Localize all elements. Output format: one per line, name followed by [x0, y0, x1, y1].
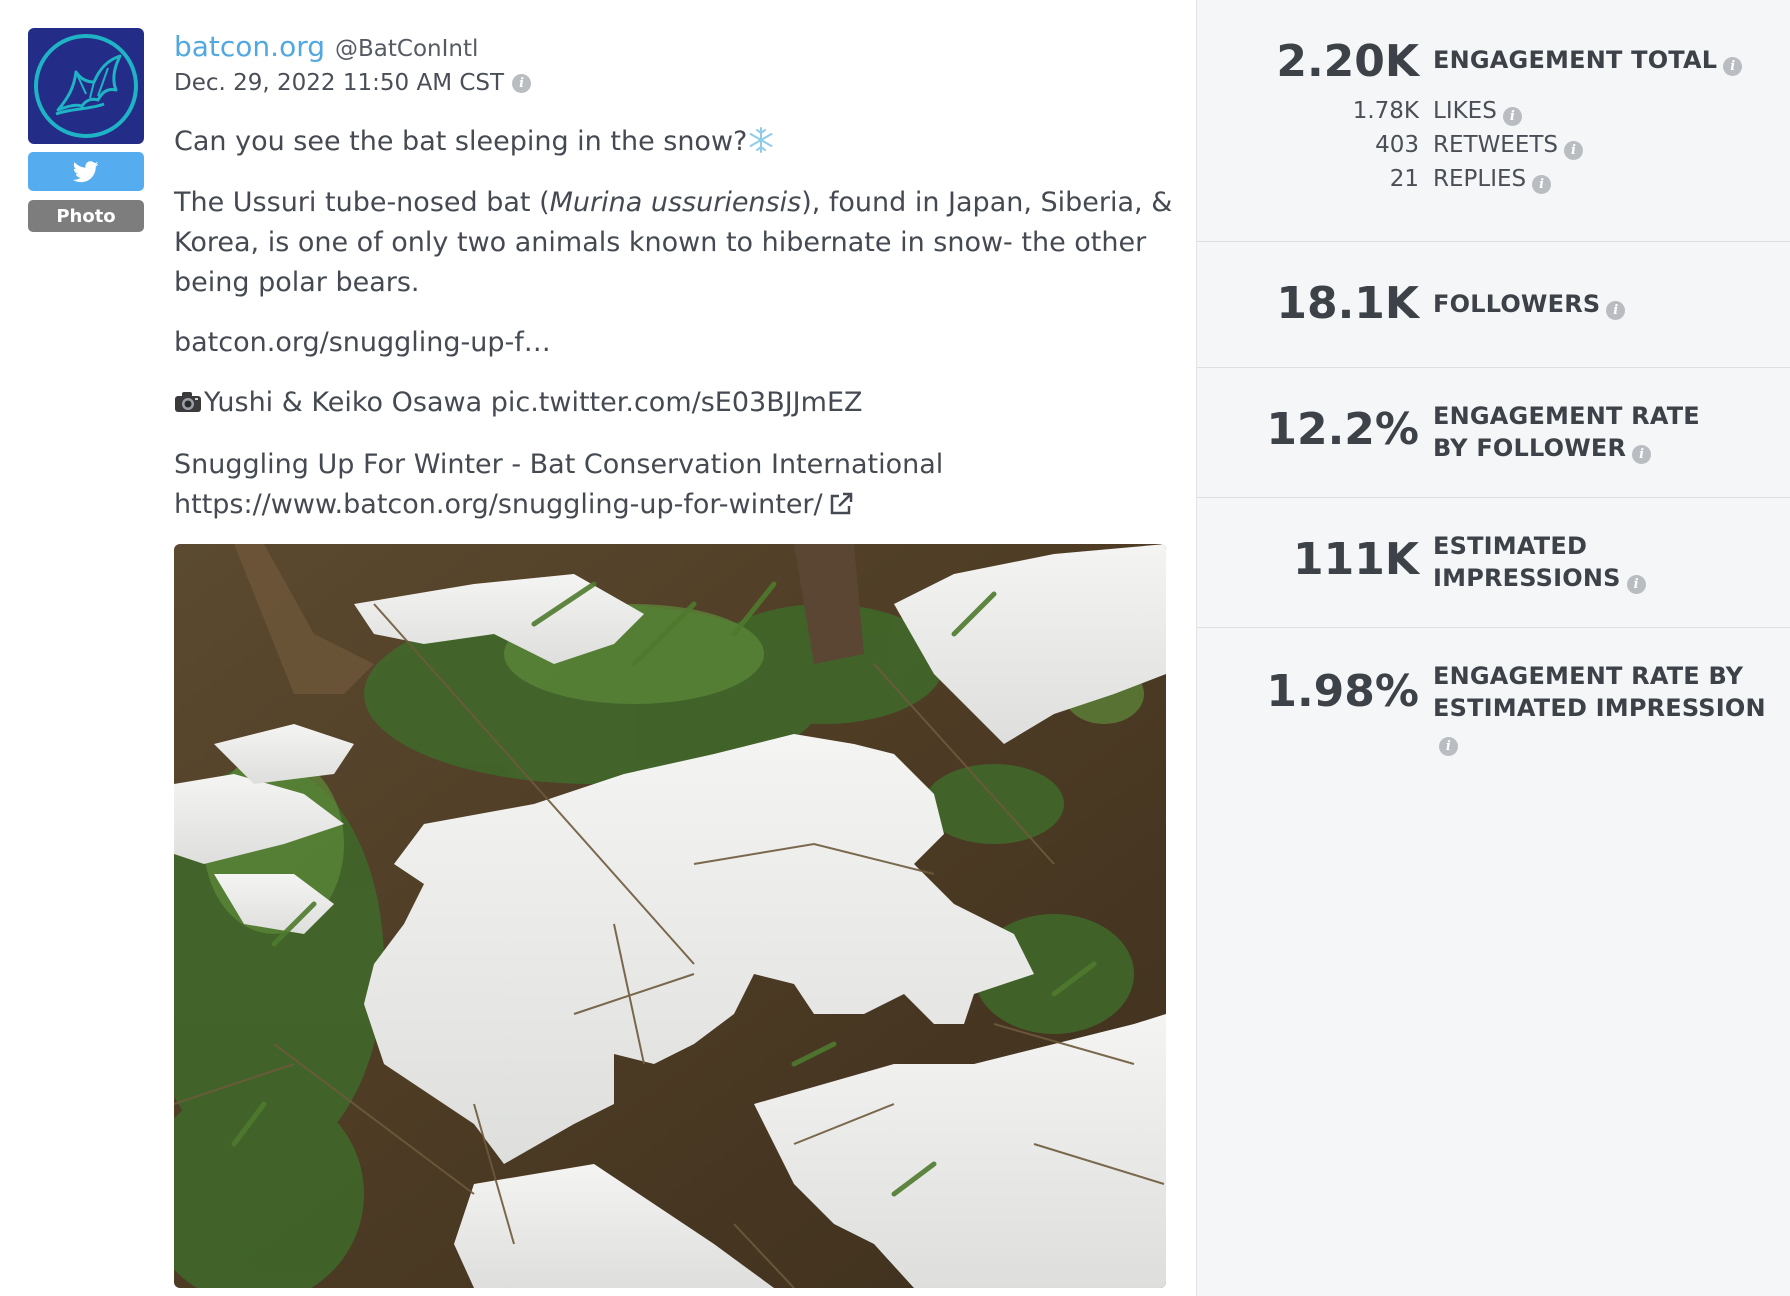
followers-label: FOLLOWERS i: [1433, 288, 1626, 320]
followers-value: 18.1K: [1276, 278, 1419, 329]
twitter-network-badge[interactable]: [28, 152, 144, 191]
snowflake-icon: [749, 127, 773, 153]
replies-value: 21: [1389, 166, 1419, 192]
info-icon[interactable]: i: [1723, 57, 1743, 76]
post-text-paragraph: The Ussuri tube-nosed bat (Murina ussuri…: [174, 183, 1174, 303]
info-icon[interactable]: i: [1626, 575, 1646, 594]
engagement-rate-impression-label: ENGAGEMENT RATE BY ESTIMATED IMPRESSION i: [1433, 660, 1773, 756]
engagement-rate-follower-label: ENGAGEMENT RATE BY FOLLOWER i: [1433, 400, 1733, 464]
engagement-rate-impression-label-text: ENGAGEMENT RATE BY ESTIMATED IMPRESSION: [1433, 662, 1766, 722]
account-avatar[interactable]: [28, 28, 144, 144]
engagement-rate-impression-value: 1.98%: [1266, 666, 1419, 717]
bat-logo-icon: [34, 34, 138, 138]
link-preview-url[interactable]: https://www.batcon.org/snuggling-up-for-…: [174, 489, 823, 520]
post-date: Dec. 29, 2022 11:50 AM CST i: [174, 70, 532, 96]
species-name: Murina ussuriensis: [549, 187, 802, 218]
post-date-text: Dec. 29, 2022 11:50 AM CST: [174, 70, 505, 96]
retweets-label-text: RETWEETS: [1433, 132, 1559, 158]
likes-label: LIKES i: [1433, 98, 1522, 126]
info-icon[interactable]: i: [1502, 107, 1522, 126]
author-name-link[interactable]: batcon.org: [174, 30, 325, 63]
info-icon[interactable]: i: [1564, 141, 1584, 160]
followers-label-text: FOLLOWERS: [1433, 290, 1601, 318]
info-icon[interactable]: i: [1532, 175, 1552, 194]
post-text-line1: Can you see the bat sleeping in the snow…: [174, 122, 1174, 162]
engagement-rate-follower-section: 12.2% ENGAGEMENT RATE BY FOLLOWER i: [1197, 368, 1790, 498]
link-preview-title: Snuggling Up For Winter - Bat Conservati…: [174, 449, 944, 480]
post-text-p2-before: The Ussuri tube-nosed bat (: [174, 187, 550, 218]
retweets-value: 403: [1375, 132, 1419, 158]
replies-label: REPLIES i: [1433, 166, 1552, 194]
camera-icon: [175, 392, 201, 412]
info-icon[interactable]: i: [512, 73, 532, 93]
link-preview-url-row[interactable]: https://www.batcon.org/snuggling-up-for-…: [174, 485, 1174, 525]
engagement-total-label-text: ENGAGEMENT TOTAL: [1433, 46, 1718, 74]
estimated-impressions-label: ESTIMATED IMPRESSIONS i: [1433, 530, 1653, 594]
engagement-rate-impression-section: 1.98% ENGAGEMENT RATE BY ESTIMATED IMPRE…: [1197, 628, 1790, 758]
engagement-rate-follower-value: 12.2%: [1266, 404, 1419, 455]
replies-label-text: REPLIES: [1433, 166, 1527, 192]
metrics-panel: 2.20K ENGAGEMENT TOTAL i 1.78K LIKES i 403…: [1196, 0, 1790, 1296]
engagement-rate-follower-label-text: ENGAGEMENT RATE BY FOLLOWER: [1433, 402, 1700, 462]
author-line: batcon.org @BatConIntl: [174, 30, 478, 70]
followers-section: 18.1K FOLLOWERS i: [1197, 242, 1790, 368]
post-type-badge: Photo: [28, 200, 144, 232]
link-preview[interactable]: Snuggling Up For Winter - Bat Conservati…: [174, 445, 1174, 525]
info-icon[interactable]: i: [1632, 445, 1652, 464]
info-icon[interactable]: i: [1439, 737, 1458, 756]
likes-value: 1.78K: [1352, 98, 1419, 124]
post-photo[interactable]: [174, 544, 1166, 1288]
photo-credit-text[interactable]: Yushi & Keiko Osawa pic.twitter.com/sE03…: [204, 387, 863, 418]
likes-label-text: LIKES: [1433, 98, 1497, 124]
estimated-impressions-value: 111K: [1293, 534, 1419, 585]
post-text-question: Can you see the bat sleeping in the snow…: [174, 126, 748, 157]
photo-credit: Yushi & Keiko Osawa pic.twitter.com/sE03…: [174, 383, 1174, 423]
estimated-impressions-label-text: ESTIMATED IMPRESSIONS: [1433, 532, 1621, 592]
engagement-total-section: 2.20K ENGAGEMENT TOTAL i 1.78K LIKES i 403…: [1197, 0, 1790, 242]
twitter-bird-icon: [73, 160, 99, 182]
snow-forest-photo: [174, 544, 1166, 1288]
post-short-link[interactable]: batcon.org/snuggling-up-f…: [174, 323, 1174, 363]
retweets-label: RETWEETS i: [1433, 132, 1584, 160]
info-icon[interactable]: i: [1606, 301, 1626, 320]
author-handle: @BatConIntl: [335, 36, 479, 62]
estimated-impressions-section: 111K ESTIMATED IMPRESSIONS i: [1197, 498, 1790, 628]
external-link-icon[interactable]: [827, 490, 855, 518]
engagement-total-label: ENGAGEMENT TOTAL i: [1433, 44, 1743, 76]
engagement-total-value: 2.20K: [1276, 36, 1419, 87]
